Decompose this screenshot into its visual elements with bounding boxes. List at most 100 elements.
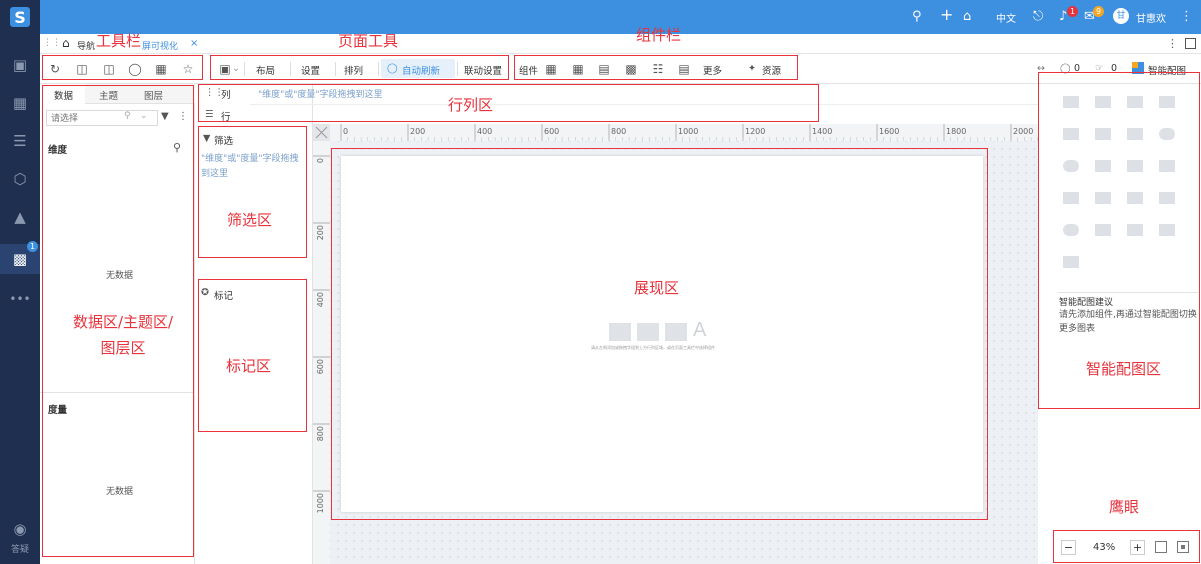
crosstable-chart-icon[interactable] — [1095, 96, 1111, 108]
drag-handle-icon[interactable]: ⋮⋮ — [43, 38, 61, 48]
gauge-chart-icon[interactable] — [1063, 224, 1079, 236]
zoom-in-button[interactable]: + — [1130, 540, 1145, 555]
ruler-h-label: 400 — [477, 127, 492, 136]
comment-icon[interactable]: ◯ — [1060, 63, 1071, 74]
help-icon[interactable]: ◉ — [0, 514, 40, 544]
layout-menu[interactable]: 布局 — [256, 63, 275, 77]
ruler-v-label: 800 — [316, 426, 325, 441]
freetable-icon[interactable]: ▤ — [597, 62, 611, 76]
like-icon[interactable]: ☞ — [1095, 63, 1104, 74]
refresh-icon[interactable]: ↻ — [48, 62, 62, 76]
line-chart-icon[interactable] — [1095, 128, 1111, 140]
ruler-v-label: 0 — [316, 158, 325, 163]
more-icon[interactable]: ••• — [0, 284, 40, 314]
scatter-chart-icon[interactable] — [1095, 160, 1111, 172]
home-icon[interactable]: ⌂ — [963, 9, 971, 25]
close-tab-icon[interactable]: × — [190, 38, 198, 49]
cube-icon[interactable]: ⬡ — [0, 164, 40, 194]
fit-icon[interactable] — [1155, 541, 1167, 553]
funnel-chart-icon[interactable] — [1063, 256, 1079, 268]
text-icon[interactable]: ☷ — [651, 62, 665, 76]
export-icon[interactable]: ▦ — [154, 62, 168, 76]
resources-menu[interactable]: 资源 — [762, 63, 781, 77]
active-tab[interactable]: 屏可视化 — [142, 39, 178, 52]
ruler-h-label: 2000 — [1013, 127, 1033, 136]
table-icon[interactable]: ▦ — [544, 62, 558, 76]
ruler-h-label: 1600 — [879, 127, 899, 136]
preview-icon[interactable]: ◯ — [128, 62, 142, 76]
ring-chart-icon[interactable] — [1063, 160, 1079, 172]
lock-icon[interactable]: ⎋ — [1033, 9, 1043, 25]
suggest-text: 请先添加组件,再通过智能配图切换更多图表 — [1059, 310, 1197, 334]
annotation-toolbar: 工具栏 — [96, 32, 142, 50]
hbar-chart-icon[interactable] — [1159, 96, 1175, 108]
bar-chart-icon[interactable] — [1127, 96, 1143, 108]
more-menu[interactable]: 更多 — [703, 63, 722, 77]
sidebar-badge: 1 — [27, 241, 38, 252]
area-chart-icon[interactable] — [1127, 128, 1143, 140]
more-vertical-icon[interactable]: ⋮ — [178, 111, 188, 122]
chevron-down-icon[interactable]: ⌄ — [140, 111, 148, 121]
filter-drop-hint[interactable]: "维度"或"度量"字段拖拽到这里 — [201, 152, 299, 182]
grid-icon[interactable]: ▦ — [0, 88, 40, 118]
pie-chart-icon[interactable] — [1159, 128, 1175, 140]
radar-chart-icon[interactable] — [1159, 192, 1175, 204]
funnel-table-chart-icon[interactable] — [1095, 192, 1111, 204]
map-chart-icon[interactable] — [1063, 192, 1079, 204]
username[interactable]: 甘惠欢 — [1136, 10, 1166, 25]
mark-title: 标记 — [214, 291, 234, 302]
heatmap-chart-icon[interactable] — [1095, 224, 1111, 236]
crosstable-icon[interactable]: ▦ — [571, 62, 585, 76]
tab-layer[interactable]: 图层 — [144, 88, 163, 102]
canvas-area[interactable]: 0 200 400 600 800 1000 1200 1400 1600 1800 2000 0 2… — [313, 124, 1038, 564]
settings-menu[interactable]: 设置 — [301, 63, 320, 77]
device-icon[interactable]: ▣ — [218, 62, 232, 76]
sankey-chart-icon[interactable] — [1159, 224, 1175, 236]
treemap-chart-icon[interactable] — [1127, 224, 1143, 236]
search-icon[interactable]: ⚲ — [912, 9, 922, 25]
arrange-menu[interactable]: 排列 — [344, 63, 363, 77]
tab-data[interactable]: 数据 — [54, 88, 73, 102]
puzzle-icon: ✦ — [748, 63, 756, 74]
network-chart-icon[interactable] — [1127, 192, 1143, 204]
home-icon[interactable]: ⌂ — [62, 36, 70, 50]
fullscreen-icon[interactable] — [1185, 38, 1196, 49]
chevron-down-icon[interactable]: ⌄ — [232, 63, 240, 74]
language-switch[interactable]: 中文 — [996, 10, 1016, 25]
ruler-v-label: 400 — [316, 292, 325, 307]
link-settings[interactable]: 联动设置 — [464, 63, 502, 77]
tab-theme[interactable]: 主题 — [99, 88, 118, 102]
monitor-icon[interactable]: ▣ — [0, 50, 40, 80]
more-vertical-icon[interactable]: ⋮ — [1180, 9, 1193, 25]
avatar[interactable]: 甘 — [1113, 8, 1129, 24]
search-icon[interactable]: ⚲ — [173, 141, 181, 154]
help-label[interactable]: 答疑 — [0, 542, 40, 555]
share-icon[interactable]: ↔ — [1037, 63, 1045, 74]
filter-sort-icon[interactable]: ▼ — [161, 111, 169, 122]
add-icon[interactable]: + — [940, 7, 953, 23]
row-drop-zone[interactable] — [258, 108, 818, 124]
star-icon[interactable]: ☆ — [181, 62, 195, 76]
save-as-icon[interactable]: ◫ — [102, 62, 116, 76]
layers-icon[interactable]: ▲ — [0, 202, 40, 232]
auto-refresh-label: 自动刷新 — [402, 66, 441, 77]
report-canvas[interactable]: A 请从左侧添加或拖拽字段到上方行列区域，或在页面工具栏中选择组件 — [341, 156, 983, 512]
row-icon: ☰ — [205, 109, 214, 120]
filter-icon: ▼ — [203, 133, 211, 144]
database-icon[interactable]: ☰ — [0, 126, 40, 156]
save-icon[interactable]: ◫ — [75, 62, 89, 76]
combo-chart-icon[interactable] — [1127, 160, 1143, 172]
annotation-smart-area: 智能配图区 — [1086, 360, 1162, 378]
histogram-chart-icon[interactable] — [1159, 160, 1175, 172]
app-logo[interactable]: S — [0, 0, 40, 34]
bar-chart-icon[interactable]: ▩ — [624, 62, 638, 76]
nav-tab[interactable]: 导航 — [77, 39, 95, 52]
table-chart-icon[interactable] — [1063, 96, 1079, 108]
smart-chart-button[interactable]: 智能配图 — [1148, 63, 1186, 77]
zoom-out-button[interactable]: − — [1061, 540, 1076, 555]
ruler-h-label: 1800 — [946, 127, 966, 136]
image-icon[interactable]: ▤ — [677, 62, 691, 76]
column-stack-chart-icon[interactable] — [1063, 128, 1079, 140]
more-vertical-icon[interactable]: ⋮ — [1167, 37, 1178, 50]
canvas-hint: 请从左侧添加或拖拽字段到上方行列区域，或在页面工具栏中选择组件 — [591, 345, 715, 350]
